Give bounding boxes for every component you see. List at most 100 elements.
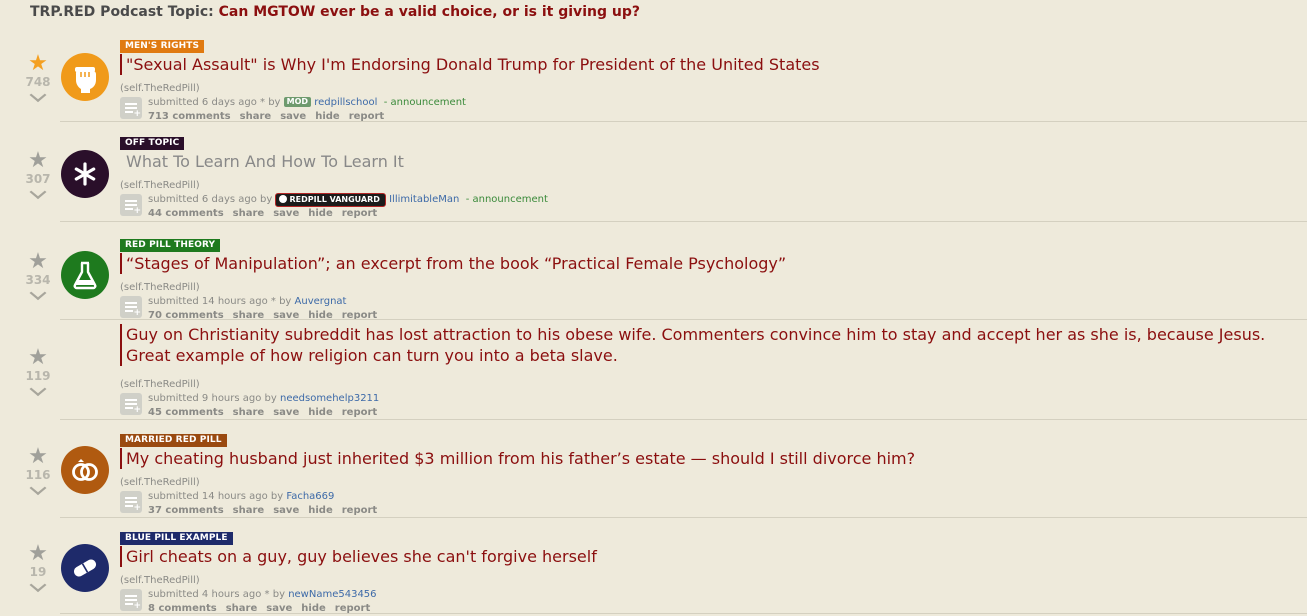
report-button[interactable]: report bbox=[342, 505, 377, 516]
announcement-tag: - announcement bbox=[383, 97, 466, 108]
save-button[interactable]: save bbox=[273, 208, 299, 219]
downvote-chevron-icon[interactable] bbox=[29, 577, 47, 593]
submitted-text: submitted 9 hours ago by bbox=[148, 393, 277, 404]
post-flair[interactable]: RED PILL THEORY bbox=[120, 239, 221, 252]
vote-controls: ★ 307 bbox=[24, 150, 52, 200]
post-row: ★ 116 MARRIED RED PILL My cheating husba… bbox=[0, 422, 1307, 518]
post-tagline: submitted 6 days ago by REDPILL VANGUARD… bbox=[148, 193, 1287, 207]
upvote-star-icon[interactable]: ★ bbox=[24, 543, 52, 565]
share-button[interactable]: share bbox=[233, 208, 265, 219]
author-link[interactable]: redpillschool bbox=[314, 97, 377, 108]
vanguard-badge: REDPILL VANGUARD bbox=[275, 193, 386, 207]
post-title[interactable]: “Stages of Manipulation”; an excerpt fro… bbox=[126, 253, 1287, 274]
author-link[interactable]: Auvergnat bbox=[295, 296, 347, 307]
post-domain[interactable]: (self.TheRedPill) bbox=[120, 379, 1287, 391]
asterisk-icon[interactable] bbox=[61, 150, 109, 198]
upvote-star-icon[interactable]: ★ bbox=[24, 53, 52, 75]
save-button[interactable]: save bbox=[273, 407, 299, 418]
vote-controls: ★ 119 bbox=[24, 347, 52, 397]
report-button[interactable]: report bbox=[342, 208, 377, 219]
post-row: ★ 748 MEN'S RIGHTS "Sexual Assault" is W… bbox=[0, 32, 1307, 122]
pill-icon[interactable] bbox=[61, 544, 109, 592]
post-flair[interactable]: MEN'S RIGHTS bbox=[120, 40, 205, 53]
post-row: ★ 334 RED PILL THEORY “Stages of Manipul… bbox=[0, 224, 1307, 323]
post-domain[interactable]: (self.TheRedPill) bbox=[120, 477, 1287, 489]
post-title[interactable]: Girl cheats on a guy, guy believes she c… bbox=[126, 546, 1287, 567]
hide-button[interactable]: hide bbox=[308, 208, 333, 219]
post-title[interactable]: What To Learn And How To Learn It bbox=[126, 151, 1287, 172]
row-divider bbox=[60, 319, 1307, 320]
expand-selftext-icon[interactable]: + bbox=[120, 296, 142, 318]
post-flair[interactable]: MARRIED RED PILL bbox=[120, 434, 227, 447]
post-title[interactable]: "Sexual Assault" is Why I'm Endorsing Do… bbox=[126, 54, 1287, 75]
author-link[interactable]: newName543456 bbox=[288, 589, 376, 600]
post-tagline: submitted 4 hours ago * by newName543456 bbox=[148, 588, 1287, 602]
share-button[interactable]: share bbox=[233, 407, 265, 418]
post-score: 19 bbox=[29, 565, 47, 579]
post-domain[interactable]: (self.TheRedPill) bbox=[120, 180, 1287, 192]
author-link[interactable]: needsomehelp3211 bbox=[280, 393, 379, 404]
post-tagline: submitted 6 days ago * by MOD redpillsch… bbox=[148, 96, 1287, 110]
post-title[interactable]: My cheating husband just inherited $3 mi… bbox=[126, 448, 1287, 469]
podcast-banner: TRP.RED Podcast Topic: Can MGTOW ever be… bbox=[30, 4, 640, 20]
comments-link[interactable]: 45 comments bbox=[148, 407, 224, 418]
expand-selftext-icon[interactable]: + bbox=[120, 97, 142, 119]
save-button[interactable]: save bbox=[273, 505, 299, 516]
downvote-chevron-icon[interactable] bbox=[29, 381, 47, 397]
hide-button[interactable]: hide bbox=[308, 505, 333, 516]
hide-button[interactable]: hide bbox=[308, 407, 333, 418]
upvote-star-icon[interactable]: ★ bbox=[24, 150, 52, 172]
comments-link[interactable]: 37 comments bbox=[148, 505, 224, 516]
vote-controls: ★ 748 bbox=[24, 53, 52, 103]
post-score: 748 bbox=[25, 75, 51, 89]
post-actions: 45 comments share save hide report bbox=[148, 406, 1287, 420]
mod-badge: MOD bbox=[283, 97, 312, 107]
vote-controls: ★ 19 bbox=[24, 543, 52, 593]
row-divider bbox=[60, 613, 1307, 614]
post-row: ★ 19 BLUE PILL EXAMPLE Girl cheats on a … bbox=[0, 520, 1307, 614]
banner-topic-link[interactable]: Can MGTOW ever be a valid choice, or is … bbox=[219, 4, 640, 20]
report-button[interactable]: report bbox=[342, 407, 377, 418]
author-link[interactable]: IllimitableMan bbox=[389, 194, 459, 205]
post-tagline: submitted 9 hours ago by needsomehelp321… bbox=[148, 392, 1287, 406]
submitted-text: submitted 14 hours ago by bbox=[148, 491, 284, 502]
rings-icon[interactable] bbox=[61, 446, 109, 494]
raised-fist-icon[interactable] bbox=[61, 53, 109, 101]
post-domain[interactable]: (self.TheRedPill) bbox=[120, 282, 1287, 294]
post-title[interactable]: Guy on Christianity subreddit has lost a… bbox=[126, 324, 1287, 366]
post-row: ★ 307 OFF TOPIC What To Learn And How To… bbox=[0, 124, 1307, 222]
share-button[interactable]: share bbox=[233, 505, 265, 516]
expand-selftext-icon[interactable]: + bbox=[120, 491, 142, 513]
post-flair[interactable]: OFF TOPIC bbox=[120, 137, 185, 150]
post-domain[interactable]: (self.TheRedPill) bbox=[120, 575, 1287, 587]
downvote-chevron-icon[interactable] bbox=[29, 285, 47, 301]
post-score: 334 bbox=[25, 273, 51, 287]
row-divider bbox=[60, 517, 1307, 518]
post-score: 119 bbox=[25, 369, 51, 383]
post-domain[interactable]: (self.TheRedPill) bbox=[120, 83, 1287, 95]
submitted-text: submitted 4 hours ago * by bbox=[148, 589, 285, 600]
post-score: 116 bbox=[25, 468, 51, 482]
post-flair[interactable]: BLUE PILL EXAMPLE bbox=[120, 532, 233, 545]
expand-selftext-icon[interactable]: + bbox=[120, 589, 142, 611]
downvote-chevron-icon[interactable] bbox=[29, 87, 47, 103]
post-tagline: submitted 14 hours ago * by Auvergnat bbox=[148, 295, 1287, 309]
submitted-text: submitted 14 hours ago * by bbox=[148, 296, 292, 307]
author-link[interactable]: Facha669 bbox=[286, 491, 334, 502]
vote-controls: ★ 334 bbox=[24, 251, 52, 301]
row-divider bbox=[60, 419, 1307, 420]
expand-selftext-icon[interactable]: + bbox=[120, 194, 142, 216]
downvote-chevron-icon[interactable] bbox=[29, 184, 47, 200]
downvote-chevron-icon[interactable] bbox=[29, 480, 47, 496]
post-actions: 70 comments share save hide report bbox=[148, 309, 1287, 323]
comments-link[interactable]: 44 comments bbox=[148, 208, 224, 219]
vote-controls: ★ 116 bbox=[24, 446, 52, 496]
expand-selftext-icon[interactable]: + bbox=[120, 393, 142, 415]
announcement-tag: - announcement bbox=[465, 194, 548, 205]
upvote-star-icon[interactable]: ★ bbox=[24, 347, 52, 369]
banner-label: TRP.RED Podcast Topic: bbox=[30, 4, 214, 20]
upvote-star-icon[interactable]: ★ bbox=[24, 446, 52, 468]
post-row: ★ 119 Guy on Christianity subreddit has … bbox=[0, 322, 1307, 420]
flask-icon[interactable] bbox=[61, 251, 109, 299]
upvote-star-icon[interactable]: ★ bbox=[24, 251, 52, 273]
